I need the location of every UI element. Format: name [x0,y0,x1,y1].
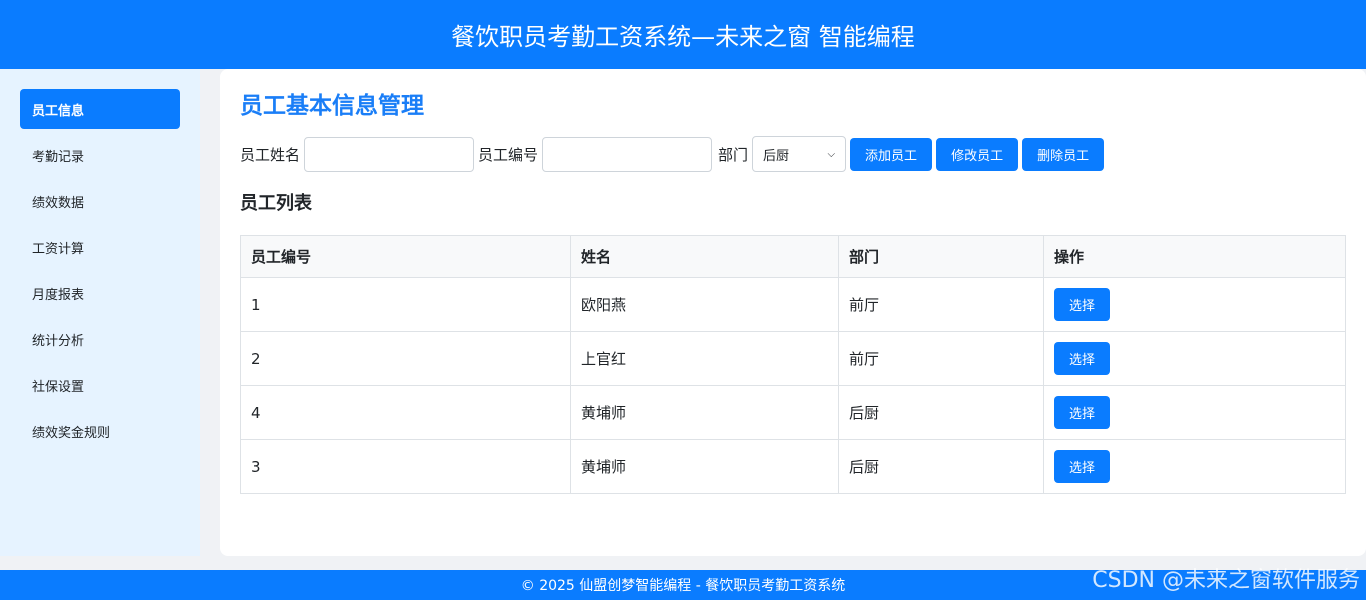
header-department: 部门 [838,235,1044,278]
id-label: 员工编号 [478,145,539,164]
department-selected-value: 后厨 [763,148,790,164]
employee-table: 员工编号 姓名 部门 操作 1 欧阳燕 前厅 选择 2 上官红 前厅 选择 4 … [240,235,1346,494]
sidebar-item-attendance[interactable]: 考勤记录 [20,135,180,175]
add-employee-button[interactable]: 添加员工 [850,137,933,171]
footer-text: © 2025 仙盟创梦智能编程 - 餐饮职员考勤工资系统 [520,578,846,594]
cell-department: 前厅 [838,331,1044,386]
header-name: 姓名 [570,235,839,278]
department-select[interactable]: 后厨 ⌵ [752,136,847,172]
name-label: 员工姓名 [240,145,301,164]
employee-form: 员工姓名 员工编号 部门 后厨 ⌵ 添加员工 修改员工 删除员工 [240,136,1346,172]
cell-action: 选择 [1043,385,1346,440]
header-employee-id: 员工编号 [240,235,571,278]
cell-action: 选择 [1043,277,1346,332]
cell-department: 前厅 [838,277,1044,332]
cell-employee-id: 2 [240,331,571,386]
select-button[interactable]: 选择 [1054,288,1111,321]
page-title: 员工基本信息管理 [240,93,424,119]
list-title: 员工列表 [240,193,312,214]
employee-name-input[interactable] [304,136,475,172]
dept-label: 部门 [718,145,749,164]
select-button[interactable]: 选择 [1054,450,1111,483]
main-panel: 员工基本信息管理 员工姓名 员工编号 部门 后厨 ⌵ 添加员工 修改员工 删除员… [220,69,1366,556]
select-button[interactable]: 选择 [1054,396,1111,429]
sidebar-item-social-security[interactable]: 社保设置 [20,365,180,405]
cell-action: 选择 [1043,439,1346,494]
sidebar-item-bonus-rules[interactable]: 绩效奖金规则 [20,411,180,451]
chevron-down-icon: ⌵ [827,148,836,160]
sidebar: 员工信息 考勤记录 绩效数据 工资计算 月度报表 统计分析 社保设置 绩效奖金规… [0,69,200,556]
app-title: 餐饮职员考勤工资系统—未来之窗 智能编程 [451,23,915,51]
table-row: 4 黄埔师 后厨 选择 [240,385,1346,440]
cell-name: 欧阳燕 [570,277,839,332]
table-row: 2 上官红 前厅 选择 [240,331,1346,386]
watermark: CSDN @未来之窗软件服务 [1092,568,1360,593]
sidebar-item-performance[interactable]: 绩效数据 [20,181,180,221]
cell-employee-id: 3 [240,439,571,494]
table-row: 3 黄埔师 后厨 选择 [240,439,1346,494]
sidebar-item-salary-calc[interactable]: 工资计算 [20,227,180,267]
edit-employee-button[interactable]: 修改员工 [936,137,1019,171]
table-row: 1 欧阳燕 前厅 选择 [240,277,1346,332]
cell-department: 后厨 [838,385,1044,440]
cell-action: 选择 [1043,331,1346,386]
sidebar-item-monthly-report[interactable]: 月度报表 [20,273,180,313]
delete-employee-button[interactable]: 删除员工 [1022,137,1105,171]
cell-name: 上官红 [570,331,839,386]
table-header-row: 员工编号 姓名 部门 操作 [240,235,1346,278]
app-header: 餐饮职员考勤工资系统—未来之窗 智能编程 [0,0,1366,69]
cell-employee-id: 4 [240,385,571,440]
header-action: 操作 [1043,235,1346,278]
sidebar-item-employee-info[interactable]: 员工信息 [20,89,180,129]
employee-id-input[interactable] [542,136,713,172]
cell-name: 黄埔师 [570,439,839,494]
sidebar-item-statistics[interactable]: 统计分析 [20,319,180,359]
select-button[interactable]: 选择 [1054,342,1111,375]
cell-name: 黄埔师 [570,385,839,440]
cell-employee-id: 1 [240,277,571,332]
cell-department: 后厨 [838,439,1044,494]
